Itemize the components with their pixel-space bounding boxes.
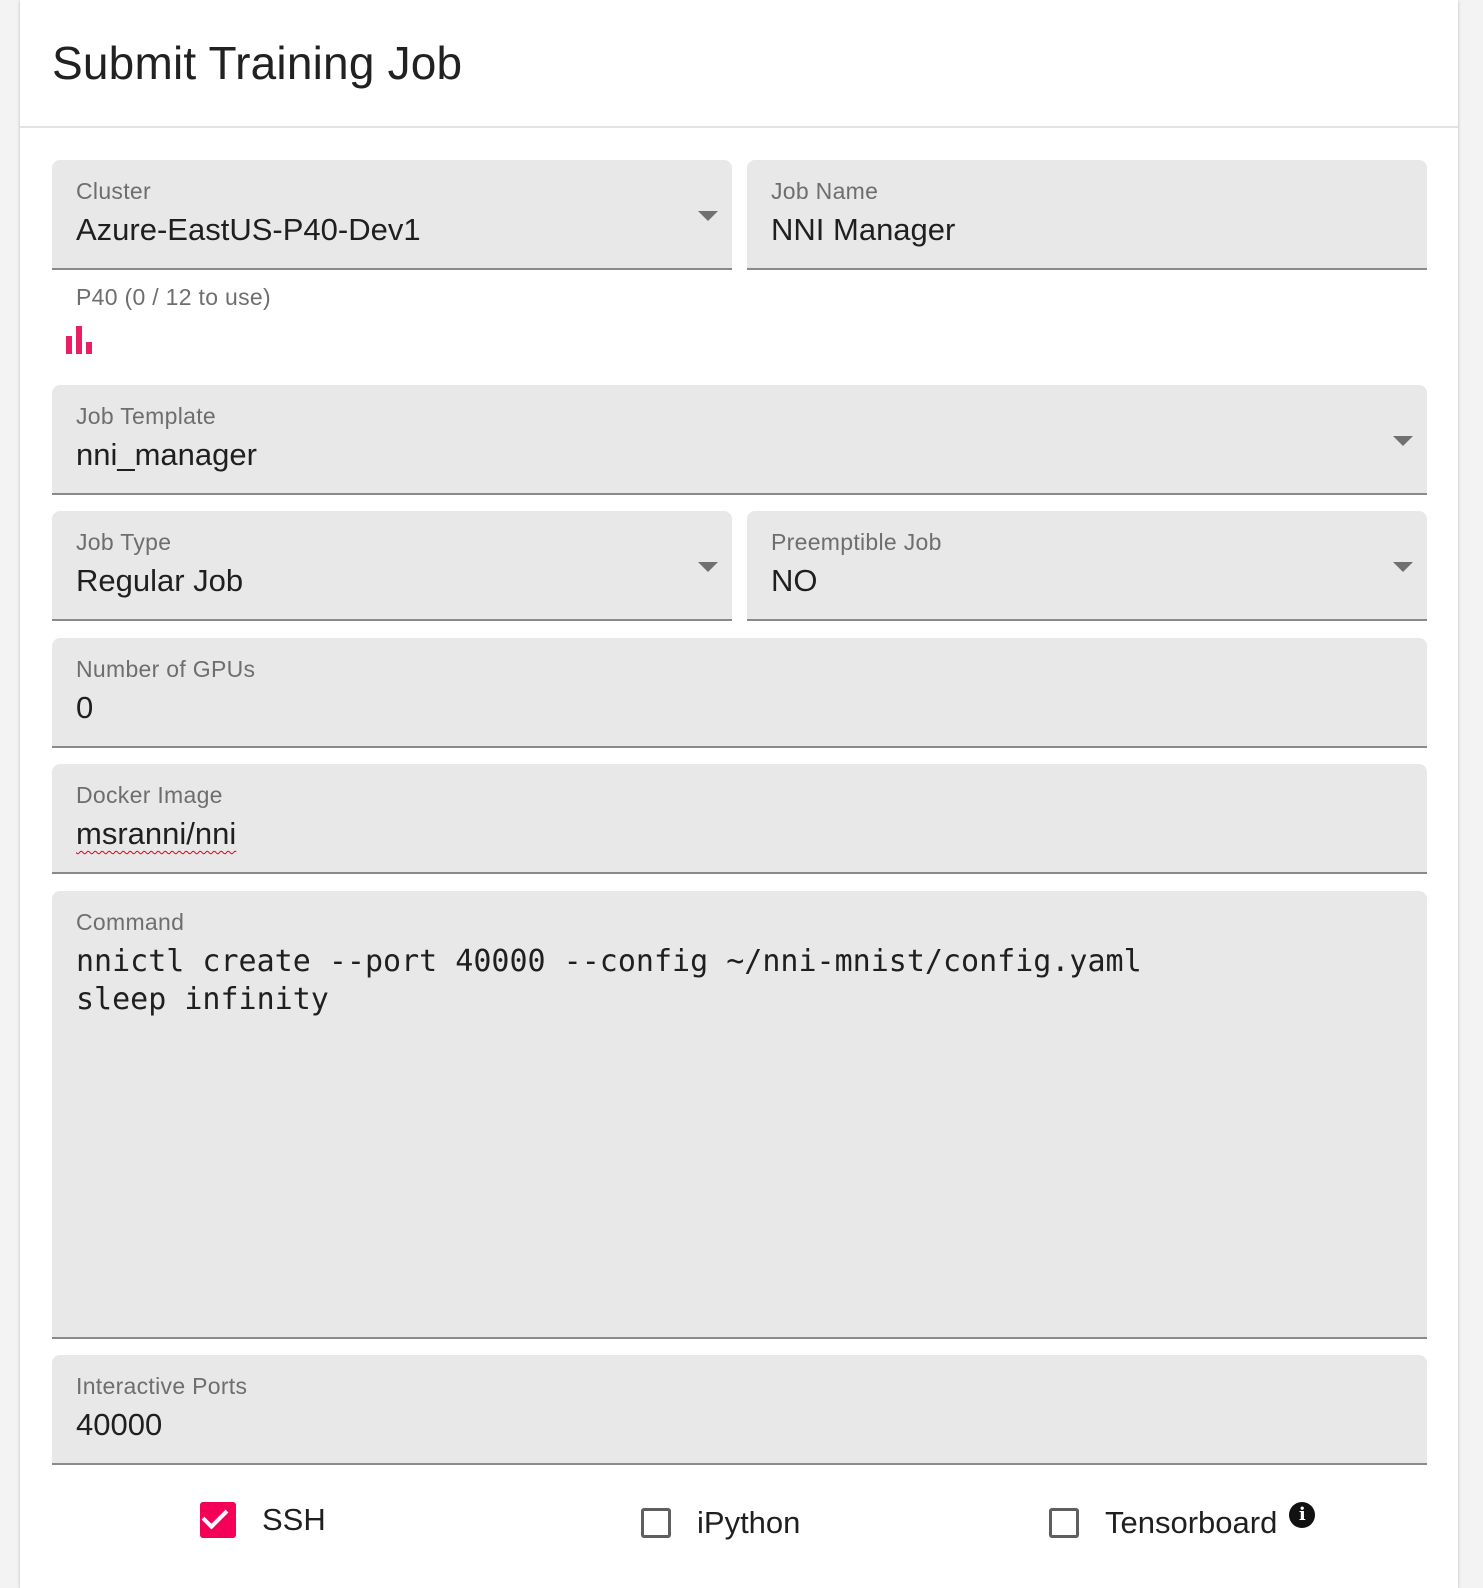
- ssh-checkbox[interactable]: [200, 1502, 236, 1538]
- tensorboard-option[interactable]: Tensorboard i: [1049, 1502, 1316, 1541]
- preemptible-label: Preemptible Job: [771, 529, 942, 555]
- preemptible-value: NO: [771, 563, 818, 598]
- docker-image-label: Docker Image: [76, 782, 223, 808]
- job-type-select[interactable]: Job Type Regular Job: [52, 511, 732, 621]
- command-textarea[interactable]: Command nnictl create --port 40000 --con…: [52, 891, 1427, 1339]
- gpu-count-label: Number of GPUs: [76, 656, 256, 682]
- ipython-option[interactable]: iPython: [641, 1505, 800, 1541]
- job-name-label: Job Name: [771, 178, 879, 204]
- ssh-label: SSH: [262, 1502, 326, 1537]
- cluster-gpu-helper: P40 (0 / 12 to use): [76, 284, 271, 310]
- docker-image-value: msranni/nni: [76, 816, 237, 851]
- tensorboard-label: Tensorboard: [1105, 1505, 1278, 1540]
- bar-chart-icon[interactable]: [66, 326, 96, 354]
- page-title: Submit Training Job: [52, 37, 463, 89]
- ssh-option[interactable]: SSH: [200, 1502, 326, 1538]
- job-type-value: Regular Job: [76, 563, 244, 598]
- job-name-field[interactable]: Job Name NNI Manager: [747, 160, 1427, 270]
- card-header: Submit Training Job: [20, 0, 1458, 128]
- cluster-value: Azure-EastUS-P40-Dev1: [76, 212, 421, 247]
- ipython-checkbox[interactable]: [641, 1508, 671, 1538]
- job-template-select[interactable]: Job Template nni_manager: [52, 385, 1427, 495]
- check-icon: [201, 1502, 229, 1530]
- job-template-value: nni_manager: [76, 437, 257, 472]
- job-type-label: Job Type: [76, 529, 172, 555]
- command-label: Command: [76, 909, 185, 935]
- info-icon[interactable]: i: [1289, 1502, 1316, 1528]
- interactive-ports-field[interactable]: Interactive Ports 40000: [52, 1355, 1427, 1465]
- tensorboard-checkbox[interactable]: [1049, 1508, 1079, 1538]
- interactive-ports-value: 40000: [76, 1407, 163, 1442]
- endpoint-options: SSH iPython Tensorboard i: [20, 1490, 1458, 1560]
- dropdown-arrow-icon: [1393, 436, 1413, 446]
- preemptible-select[interactable]: Preemptible Job NO: [747, 511, 1427, 621]
- interactive-ports-label: Interactive Ports: [76, 1373, 248, 1399]
- dropdown-arrow-icon: [698, 562, 718, 572]
- ipython-label: iPython: [697, 1505, 801, 1540]
- cluster-label: Cluster: [76, 178, 151, 204]
- command-value: nnictl create --port 40000 --config ~/nn…: [76, 944, 1142, 1017]
- gpu-count-field[interactable]: Number of GPUs 0: [52, 638, 1427, 748]
- dropdown-arrow-icon: [698, 211, 718, 221]
- submit-job-card: Submit Training Job Cluster Azure-EastUS…: [20, 0, 1458, 1588]
- cluster-select[interactable]: Cluster Azure-EastUS-P40-Dev1: [52, 160, 732, 270]
- job-name-value: NNI Manager: [771, 212, 956, 247]
- gpu-count-value: 0: [76, 690, 94, 725]
- dropdown-arrow-icon: [1393, 562, 1413, 572]
- docker-image-field[interactable]: Docker Image msranni/nni: [52, 764, 1427, 874]
- job-template-label: Job Template: [76, 403, 216, 429]
